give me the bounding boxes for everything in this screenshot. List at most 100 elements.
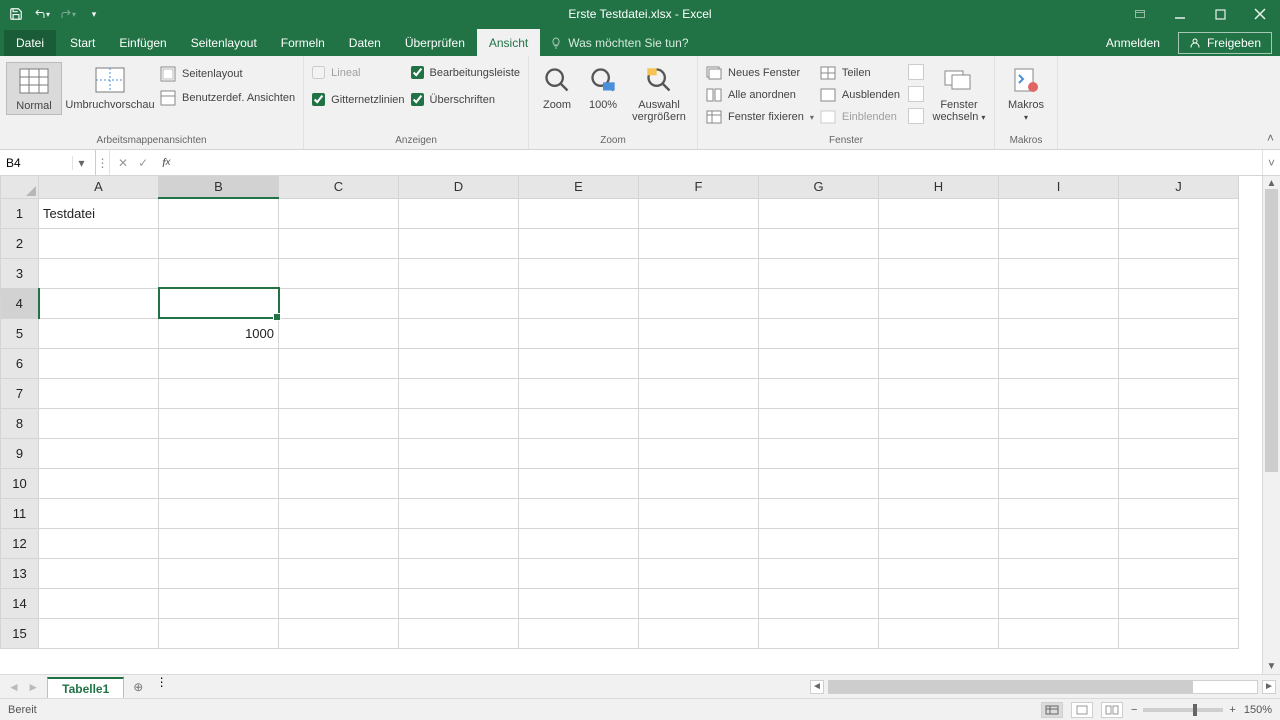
minimize-button[interactable] — [1160, 0, 1200, 28]
custom-views-button[interactable]: Benutzerdef. Ansichten — [158, 88, 297, 108]
cell-I13[interactable] — [999, 558, 1119, 588]
cell-J5[interactable] — [1119, 318, 1239, 348]
maximize-button[interactable] — [1200, 0, 1240, 28]
zoom-level[interactable]: 150% — [1244, 704, 1272, 716]
cell-I9[interactable] — [999, 438, 1119, 468]
row-header-4[interactable]: 4 — [1, 288, 39, 318]
cell-C2[interactable] — [279, 228, 399, 258]
column-header-I[interactable]: I — [999, 176, 1119, 198]
undo-icon[interactable]: ▾ — [34, 6, 50, 22]
cell-G5[interactable] — [759, 318, 879, 348]
ribbon-display-options-icon[interactable] — [1120, 0, 1160, 28]
cell-F7[interactable] — [639, 378, 759, 408]
cell-D14[interactable] — [399, 588, 519, 618]
cell-E4[interactable] — [519, 288, 639, 318]
cell-F9[interactable] — [639, 438, 759, 468]
select-all-corner[interactable] — [1, 176, 39, 198]
zoom-button[interactable]: Zoom — [535, 62, 579, 113]
cell-D6[interactable] — [399, 348, 519, 378]
row-header-3[interactable]: 3 — [1, 258, 39, 288]
cell-E2[interactable] — [519, 228, 639, 258]
zoom-slider[interactable]: − + — [1131, 704, 1236, 716]
column-header-F[interactable]: F — [639, 176, 759, 198]
cell-I2[interactable] — [999, 228, 1119, 258]
cell-D5[interactable] — [399, 318, 519, 348]
cell-G6[interactable] — [759, 348, 879, 378]
column-header-B[interactable]: B — [159, 176, 279, 198]
cell-G15[interactable] — [759, 618, 879, 648]
cell-F1[interactable] — [639, 198, 759, 228]
scroll-down-arrow[interactable]: ▼ — [1267, 661, 1277, 672]
cell-J11[interactable] — [1119, 498, 1239, 528]
cell-H13[interactable] — [879, 558, 999, 588]
cell-B13[interactable] — [159, 558, 279, 588]
cell-I7[interactable] — [999, 378, 1119, 408]
cell-B8[interactable] — [159, 408, 279, 438]
cell-C4[interactable] — [279, 288, 399, 318]
gridlines-checkbox[interactable]: Gitternetzlinien — [310, 91, 406, 108]
cell-C15[interactable] — [279, 618, 399, 648]
cell-I14[interactable] — [999, 588, 1119, 618]
cell-B5[interactable]: 1000 — [159, 318, 279, 348]
row-header-6[interactable]: 6 — [1, 348, 39, 378]
vertical-scroll-thumb[interactable] — [1265, 189, 1278, 472]
cell-I12[interactable] — [999, 528, 1119, 558]
cell-D8[interactable] — [399, 408, 519, 438]
zoom-track[interactable] — [1143, 708, 1223, 712]
cell-J2[interactable] — [1119, 228, 1239, 258]
cell-B7[interactable] — [159, 378, 279, 408]
page-break-view-icon-status[interactable] — [1101, 702, 1123, 718]
close-button[interactable] — [1240, 0, 1280, 28]
cell-C11[interactable] — [279, 498, 399, 528]
cell-C10[interactable] — [279, 468, 399, 498]
cell-E1[interactable] — [519, 198, 639, 228]
cell-A11[interactable] — [39, 498, 159, 528]
cell-F12[interactable] — [639, 528, 759, 558]
fx-icon[interactable]: fx — [156, 150, 176, 175]
cell-H1[interactable] — [879, 198, 999, 228]
column-header-H[interactable]: H — [879, 176, 999, 198]
cell-D9[interactable] — [399, 438, 519, 468]
column-header-E[interactable]: E — [519, 176, 639, 198]
cell-E11[interactable] — [519, 498, 639, 528]
cell-H10[interactable] — [879, 468, 999, 498]
cell-G4[interactable] — [759, 288, 879, 318]
cell-C14[interactable] — [279, 588, 399, 618]
cell-E5[interactable] — [519, 318, 639, 348]
cell-G10[interactable] — [759, 468, 879, 498]
cell-F4[interactable] — [639, 288, 759, 318]
cell-E15[interactable] — [519, 618, 639, 648]
normal-view-button[interactable]: Normal — [6, 62, 62, 115]
cell-C3[interactable] — [279, 258, 399, 288]
cell-B6[interactable] — [159, 348, 279, 378]
cell-E14[interactable] — [519, 588, 639, 618]
cell-D1[interactable] — [399, 198, 519, 228]
tell-me-search[interactable]: Was möchten Sie tun? — [540, 30, 698, 56]
cell-H6[interactable] — [879, 348, 999, 378]
cell-A1[interactable]: Testdatei — [39, 198, 159, 228]
row-header-13[interactable]: 13 — [1, 558, 39, 588]
cell-C13[interactable] — [279, 558, 399, 588]
switch-windows-button[interactable]: Fensterwechseln ▾ — [930, 62, 988, 125]
macros-button[interactable]: Makros▾ — [1001, 62, 1051, 125]
row-header-10[interactable]: 10 — [1, 468, 39, 498]
tab-einfügen[interactable]: Einfügen — [107, 29, 178, 56]
scroll-right-arrow[interactable]: ► — [1262, 680, 1276, 694]
cell-D15[interactable] — [399, 618, 519, 648]
qat-customize-icon[interactable]: ▾ — [86, 6, 102, 22]
row-header-11[interactable]: 11 — [1, 498, 39, 528]
cell-E7[interactable] — [519, 378, 639, 408]
horizontal-scrollbar[interactable]: ◄ ► — [810, 675, 1280, 698]
cell-G9[interactable] — [759, 438, 879, 468]
column-header-J[interactable]: J — [1119, 176, 1239, 198]
cell-F11[interactable] — [639, 498, 759, 528]
cell-G13[interactable] — [759, 558, 879, 588]
vertical-scrollbar[interactable]: ▲ ▼ — [1262, 176, 1280, 674]
cell-E9[interactable] — [519, 438, 639, 468]
cell-E10[interactable] — [519, 468, 639, 498]
cell-H3[interactable] — [879, 258, 999, 288]
horizontal-scroll-thumb[interactable] — [829, 681, 1193, 693]
cell-E12[interactable] — [519, 528, 639, 558]
hide-button[interactable]: Ausblenden — [818, 86, 902, 104]
cell-B2[interactable] — [159, 228, 279, 258]
